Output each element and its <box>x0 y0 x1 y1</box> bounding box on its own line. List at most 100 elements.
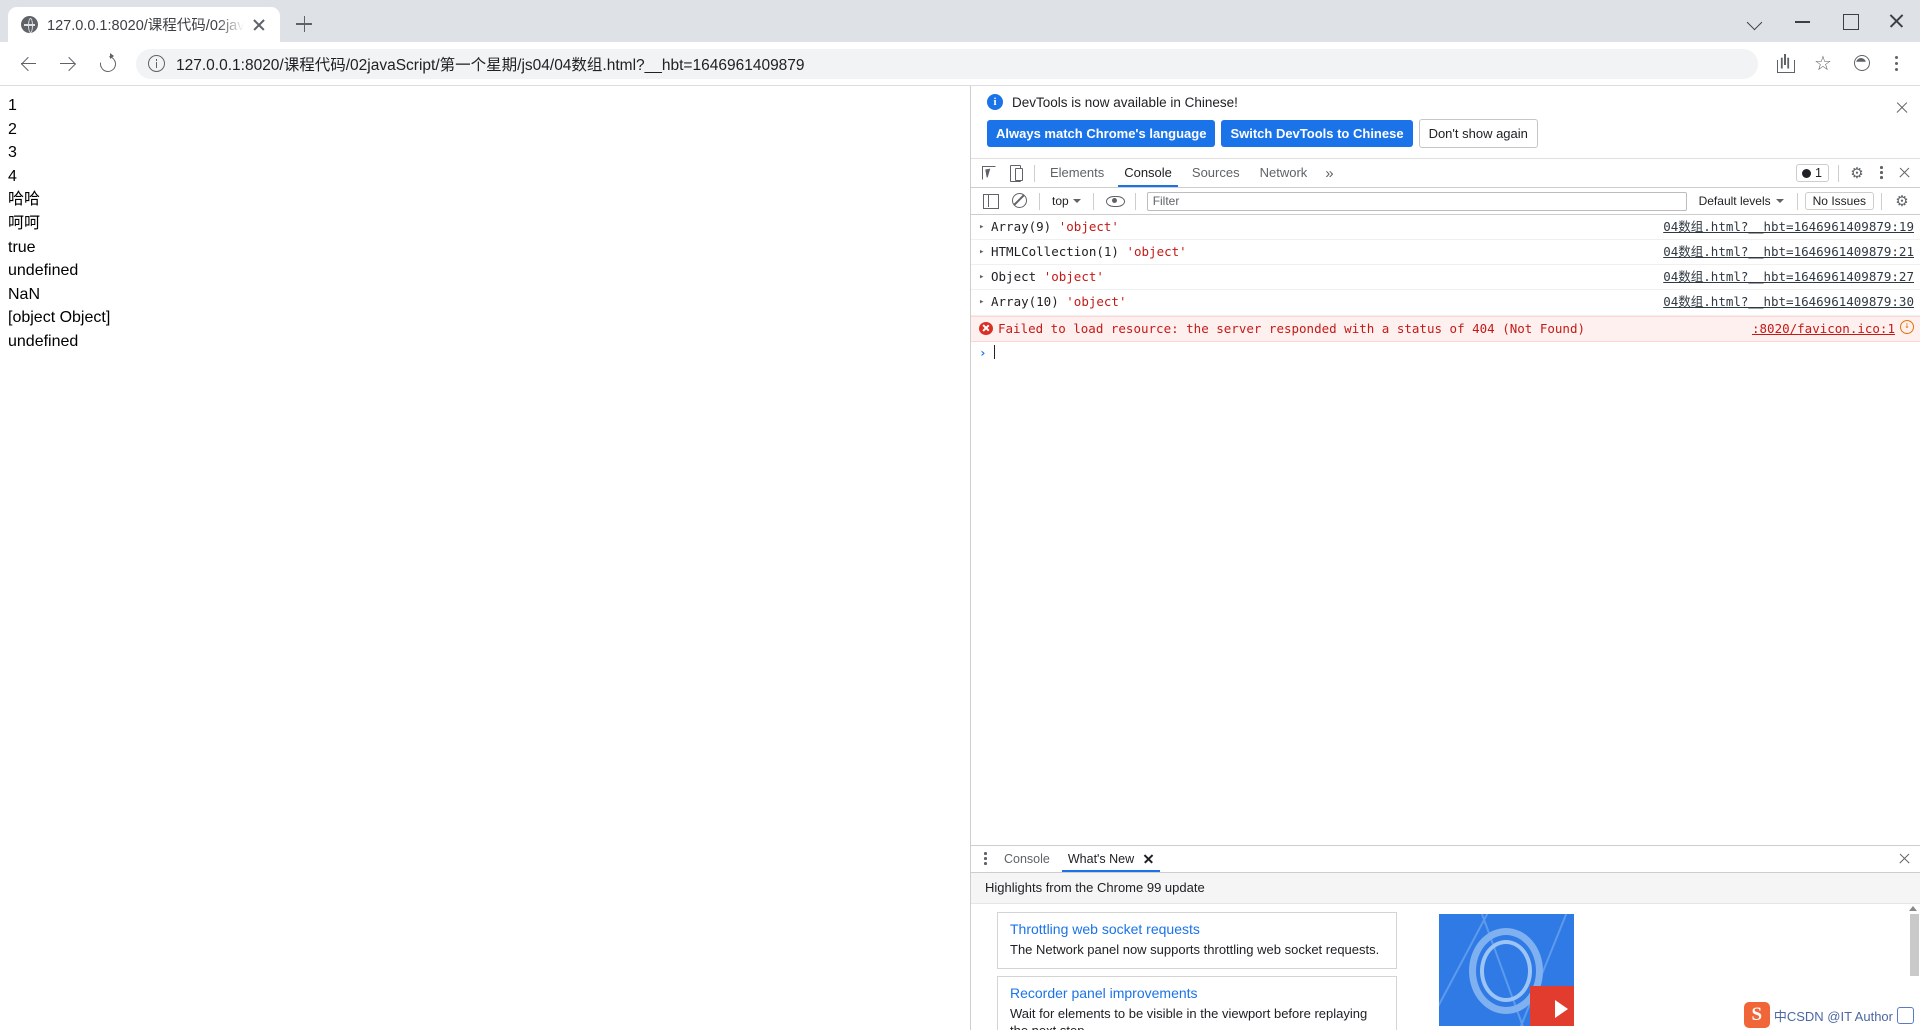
whats-new-scrollbar[interactable] <box>1909 904 1919 1030</box>
console-message-text: Object 'object' <box>991 268 1653 286</box>
chevron-down-icon <box>1072 199 1081 203</box>
console-prompt[interactable]: › <box>971 342 1920 363</box>
network-request-icon[interactable]: ↓ <box>1900 319 1914 334</box>
close-drawer-button[interactable] <box>1892 846 1916 872</box>
page-line: true <box>8 238 36 256</box>
address-bar[interactable]: 127.0.0.1:8020/课程代码/02javaScript/第一个星期/j… <box>136 48 1758 79</box>
console-error-message[interactable]: Failed to load resource: the server resp… <box>971 315 1920 342</box>
avatar[interactable] <box>1845 48 1877 80</box>
tab-network[interactable]: Network <box>1250 160 1318 186</box>
decorative-ring <box>1480 940 1532 1002</box>
minimize-button[interactable] <box>1779 0 1826 42</box>
forward-button[interactable] <box>51 47 85 81</box>
watermark-text: 中CSDN @IT Author <box>1773 1008 1893 1024</box>
banner-message: DevTools is now available in Chinese! <box>1012 94 1238 110</box>
page-line: undefined <box>8 332 79 350</box>
globe-icon <box>21 16 38 33</box>
console-filter-input[interactable]: Filter <box>1146 191 1687 211</box>
tab-title: 127.0.0.1:8020/课程代码/02jav <box>47 18 245 34</box>
gear-icon[interactable]: ⚙ <box>1889 192 1915 210</box>
text-cursor <box>993 345 996 360</box>
console-message[interactable]: ▸ HTMLCollection(1) 'object' 04数组.html?_… <box>971 240 1920 266</box>
dont-show-again-button[interactable]: Don't show again <box>1418 119 1538 148</box>
devtools-menu-button[interactable] <box>1870 160 1892 186</box>
back-button[interactable] <box>11 47 45 81</box>
log-level-selector[interactable]: Default levels <box>1693 194 1790 208</box>
whats-new-heading: Highlights from the Chrome 99 update <box>971 873 1920 904</box>
url-text: 127.0.0.1:8020/课程代码/02javaScript/第一个星期/j… <box>176 56 805 74</box>
device-toolbar-icon[interactable] <box>1002 160 1029 186</box>
more-tabs-icon[interactable]: » <box>1317 165 1341 182</box>
expand-arrow-icon[interactable]: ▸ <box>979 268 991 284</box>
tab-elements[interactable]: Elements <box>1040 160 1114 186</box>
info-icon[interactable] <box>148 55 165 72</box>
inspect-element-icon[interactable] <box>975 160 1002 186</box>
whats-new-content: Throttling web socket requests The Netwo… <box>971 904 1920 1030</box>
console-sidebar-icon[interactable] <box>976 188 1003 214</box>
scroll-up-icon[interactable] <box>1909 906 1917 911</box>
console-message[interactable]: ▸ Array(9) 'object' 04数组.html?__hbt=1646… <box>971 215 1920 241</box>
page-line: NaN <box>8 285 41 303</box>
drawer-menu-button[interactable] <box>975 848 995 870</box>
new-tab-button[interactable] <box>289 9 319 39</box>
maximize-button[interactable] <box>1826 0 1873 42</box>
chevron-down-icon <box>1775 199 1784 203</box>
chrome-menu-button[interactable] <box>1880 48 1912 80</box>
source-link[interactable]: :8020/favicon.ico:1 <box>1742 320 1895 338</box>
console-message-text: Array(10) 'object' <box>991 293 1653 311</box>
divider <box>1134 192 1136 210</box>
object-type: 'object' <box>1058 219 1119 234</box>
live-expression-icon[interactable] <box>1101 188 1128 214</box>
expand-arrow-icon[interactable]: ▸ <box>979 243 991 259</box>
console-toolbar: top Filter Default levels No Issues ⚙ <box>971 188 1920 215</box>
expand-arrow-icon[interactable]: ▸ <box>979 293 991 309</box>
gear-icon[interactable]: ⚙ <box>1844 164 1870 182</box>
source-link[interactable]: 04数组.html?__hbt=1646961409879:19 <box>1653 218 1914 236</box>
error-count-badge[interactable]: 1 <box>1796 164 1829 182</box>
drawer-tab-console[interactable]: Console <box>995 848 1059 871</box>
scrollbar-thumb[interactable] <box>1910 914 1919 976</box>
divider <box>1034 164 1035 182</box>
issues-button[interactable]: No Issues <box>1804 192 1874 210</box>
clear-console-icon[interactable] <box>1005 188 1032 214</box>
browser-tab[interactable]: 127.0.0.1:8020/课程代码/02jav <box>8 7 281 42</box>
devtools-tab-bar: Elements Console Sources Network » 1 ⚙ <box>971 159 1920 188</box>
bookmark-star-icon[interactable]: ☆ <box>1807 48 1839 80</box>
close-devtools-button[interactable] <box>1892 160 1916 186</box>
switch-devtools-to-chinese-button[interactable]: Switch DevTools to Chinese <box>1221 120 1413 147</box>
card-title[interactable]: Throttling web socket requests <box>1010 921 1384 937</box>
chevron-down-icon[interactable] <box>1732 0 1779 42</box>
close-icon[interactable] <box>1894 100 1910 116</box>
share-icon[interactable] <box>1769 48 1801 80</box>
expand-arrow-icon[interactable]: ▸ <box>979 218 991 234</box>
console-message[interactable]: ▸ Object 'object' 04数组.html?__hbt=164696… <box>971 265 1920 291</box>
execution-context-selector[interactable]: top <box>1047 194 1086 208</box>
web-page-content: 1 2 3 4 哈哈 呵呵 true undefined NaN [object… <box>0 86 970 1030</box>
source-link[interactable]: 04数组.html?__hbt=1646961409879:21 <box>1653 243 1914 261</box>
page-line: undefined <box>8 262 79 280</box>
page-line: 2 <box>8 120 17 138</box>
object-type: 'object' <box>1066 294 1127 310</box>
page-line: [object Object] <box>8 309 111 327</box>
close-icon[interactable] <box>248 14 270 36</box>
whats-new-card[interactable]: Recorder panel improvements Wait for ele… <box>997 976 1397 1030</box>
card-description: Wait for elements to be visible in the v… <box>1010 1006 1368 1030</box>
whats-new-card[interactable]: Throttling web socket requests The Netwo… <box>997 912 1397 970</box>
card-title[interactable]: Recorder panel improvements <box>1010 985 1384 1001</box>
always-match-language-button[interactable]: Always match Chrome's language <box>987 120 1216 147</box>
whats-new-card-list: Throttling web socket requests The Netwo… <box>997 912 1397 1030</box>
source-link[interactable]: 04数组.html?__hbt=1646961409879:30 <box>1653 293 1914 311</box>
page-line: 1 <box>8 97 17 114</box>
card-description: The Network panel now supports throttlin… <box>1010 942 1380 957</box>
divider <box>1796 192 1798 210</box>
close-window-button[interactable] <box>1873 0 1920 42</box>
drawer-tab-whats-new[interactable]: What's New <box>1059 848 1163 872</box>
devtools-panel: DevTools is now available in Chinese! Al… <box>970 86 1920 1030</box>
log-level-label: Default levels <box>1698 194 1771 208</box>
tab-console[interactable]: Console <box>1114 160 1182 187</box>
source-link[interactable]: 04数组.html?__hbt=1646961409879:27 <box>1653 268 1914 286</box>
console-message[interactable]: ▸ Array(10) 'object' 04数组.html?__hbt=164… <box>971 290 1920 316</box>
close-icon[interactable] <box>1143 853 1154 864</box>
tab-sources[interactable]: Sources <box>1182 160 1250 186</box>
reload-button[interactable] <box>91 47 125 81</box>
